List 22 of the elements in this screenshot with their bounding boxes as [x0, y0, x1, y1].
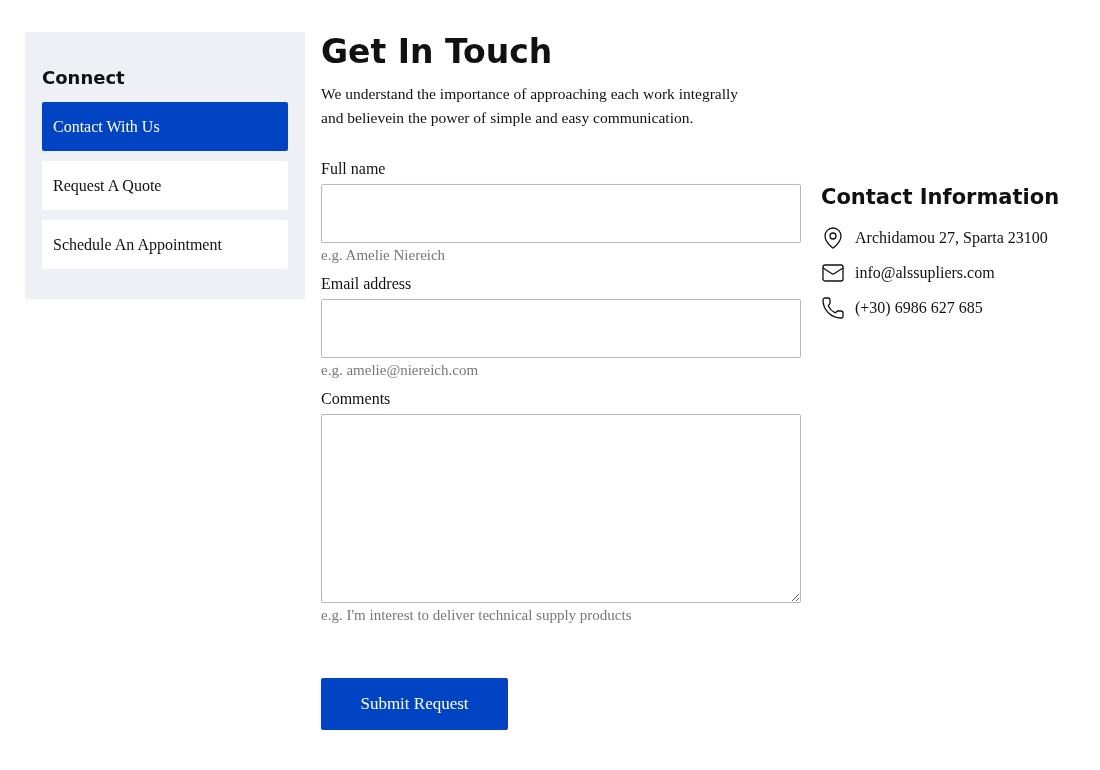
phone-icon	[821, 295, 845, 320]
field-hint: e.g. amelie@niereich.com	[321, 361, 480, 380]
sidebar-item[interactable]: Contact With Us	[42, 102, 288, 151]
submit-button[interactable]: Submit Request	[321, 678, 508, 730]
page-title: Get In Touch	[321, 31, 554, 73]
text-field[interactable]	[321, 299, 801, 358]
field-hint: e.g. I'm interest to deliver technical supply products	[321, 606, 633, 625]
sidebar-item[interactable]: Request A Quote	[42, 161, 288, 210]
contact-detail: (+30) 6986 627 685	[855, 297, 983, 319]
text-field[interactable]	[321, 184, 801, 243]
sidebar-title: Connect	[42, 66, 126, 90]
field-label: Email address	[321, 274, 413, 294]
contact-detail: info@alssupliers.com	[855, 262, 995, 284]
field-hint: e.g. Amelie Niereich	[321, 246, 447, 265]
intro-text: We understand the importance of approaching each work integrally and believein the power of simple and easy communication.	[321, 84, 740, 128]
map-pin-icon	[821, 225, 845, 250]
field-label: Full name	[321, 159, 387, 179]
contact-detail: Archidamou 27, Sparta 23100	[855, 227, 1048, 249]
contact-title: Contact Information	[821, 184, 1060, 211]
comments-field[interactable]	[321, 414, 801, 603]
field-label: Comments	[321, 389, 392, 409]
sidebar-item[interactable]: Schedule An Appointment	[42, 220, 288, 269]
